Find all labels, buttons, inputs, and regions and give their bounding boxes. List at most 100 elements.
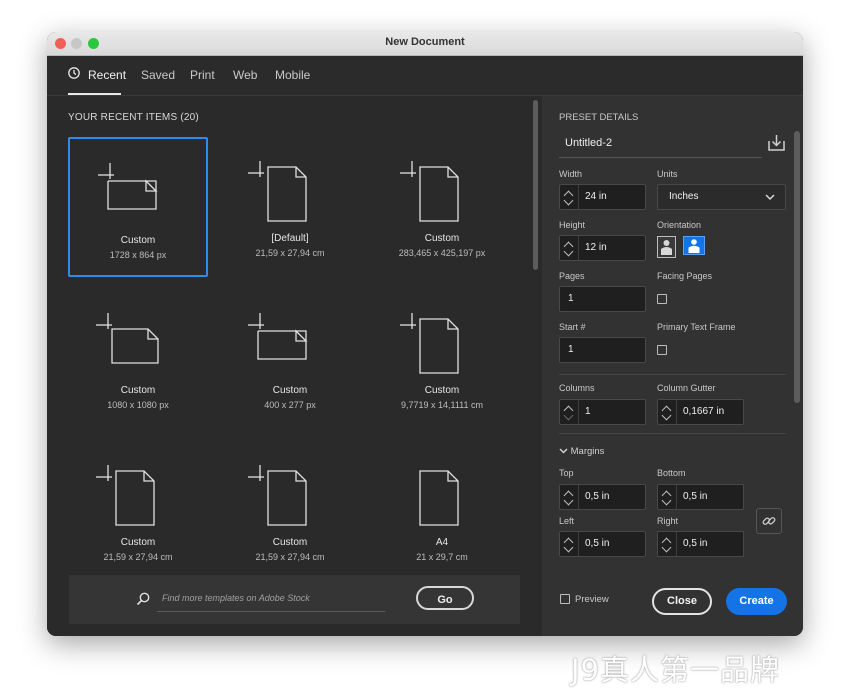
facing-pages-label: Facing Pages [657, 271, 713, 281]
columns-stepper[interactable] [560, 400, 579, 424]
right-margin-stepper[interactable] [658, 532, 677, 556]
bottom-margin-field[interactable]: 0,5 in [657, 484, 744, 510]
portrait-doc-icon [419, 470, 459, 526]
clock-icon [68, 67, 80, 79]
window-title: New Document [385, 36, 465, 48]
bottom-margin-stepper[interactable] [658, 485, 677, 509]
recent-item-size: 21,59 x 27,94 cm [255, 552, 325, 562]
recent-item-card[interactable]: Custom 283,465 x 425,197 px [372, 137, 512, 277]
recent-item-card[interactable]: Custom 1728 x 864 px [68, 137, 208, 277]
recent-item-name: Custom [424, 385, 460, 396]
recent-item-card[interactable]: Custom 1080 x 1080 px [68, 289, 208, 429]
save-preset-icon[interactable] [767, 134, 786, 152]
landscape-doc-icon [248, 313, 308, 360]
margins-toggle[interactable]: Margins [559, 446, 604, 457]
portrait-doc-icon [400, 313, 459, 374]
search-icon [136, 592, 150, 606]
tab-saved[interactable]: Saved [141, 68, 175, 82]
preview-checkbox[interactable] [560, 594, 570, 604]
column-gutter-label: Column Gutter [657, 383, 716, 393]
recent-item-card[interactable]: Custom 21,59 x 27,94 cm [220, 441, 360, 581]
width-label: Width [559, 169, 583, 179]
top-margin-field[interactable]: 0,5 in [559, 484, 646, 510]
recent-item-name: Custom [272, 537, 308, 548]
recent-item-card[interactable]: Custom 21,59 x 27,94 cm [68, 441, 208, 581]
facing-pages-checkbox[interactable] [657, 294, 667, 304]
recent-item-name: Custom [120, 235, 156, 246]
column-gutter-field[interactable]: 0,1667 in [657, 399, 744, 425]
height-label: Height [559, 220, 586, 230]
top-margin-stepper[interactable] [560, 485, 579, 509]
recent-item-name: Custom [424, 233, 460, 244]
preset-name-field[interactable]: Untitled-2 [559, 132, 762, 158]
go-button[interactable]: Go [416, 586, 474, 610]
title-bar: New Document [47, 32, 803, 56]
tab-print[interactable]: Print [190, 68, 215, 82]
recent-item-size: 21 x 29,7 cm [416, 552, 468, 562]
section-divider [559, 374, 786, 375]
height-field[interactable]: 12 in [559, 235, 646, 261]
recent-heading: YOUR RECENT ITEMS (20) [68, 112, 199, 123]
tab-mobile[interactable]: Mobile [275, 68, 310, 82]
primary-text-frame-checkbox[interactable] [657, 345, 667, 355]
recent-count: (20) [180, 112, 199, 123]
margins-label: Margins [570, 446, 605, 457]
recent-item-card[interactable]: A4 21 x 29,7 cm [372, 441, 512, 581]
recent-item-name: A4 [435, 537, 449, 548]
width-field[interactable]: 24 in [559, 184, 646, 210]
section-divider [559, 433, 786, 434]
preset-scrollbar[interactable] [794, 131, 800, 403]
recent-item-name: Custom [120, 385, 156, 396]
pages-label: Pages [559, 271, 585, 281]
recent-item-name: Custom [120, 537, 156, 548]
create-button[interactable]: Create [726, 588, 787, 615]
pages-field[interactable]: 1 [559, 286, 646, 312]
link-margins-button[interactable] [756, 508, 782, 534]
recent-item-size: 400 x 277 px [264, 400, 316, 410]
recent-item-card[interactable]: Custom 400 x 277 px [220, 289, 360, 429]
right-margin-label: Right [657, 516, 679, 526]
left-margin-field[interactable]: 0,5 in [559, 531, 646, 557]
tab-recent[interactable]: Recent [88, 68, 126, 82]
units-label: Units [657, 169, 678, 179]
landscape-doc-icon [98, 163, 158, 210]
orientation-label: Orientation [657, 220, 702, 230]
tab-bar: Recent Saved Print Web Mobile [47, 56, 803, 96]
recent-scrollbar[interactable] [533, 100, 538, 270]
stock-search-bar: Find more templates on Adobe Stock Go [69, 575, 520, 624]
recent-item-name: Custom [272, 385, 308, 396]
start-field[interactable]: 1 [559, 337, 646, 363]
portrait-orientation-icon[interactable] [657, 236, 676, 258]
chevron-down-icon [559, 448, 568, 455]
close-button[interactable]: Close [652, 588, 712, 615]
primary-text-frame-label: Primary Text Frame [657, 322, 736, 332]
height-stepper[interactable] [560, 236, 579, 260]
right-margin-field[interactable]: 0,5 in [657, 531, 744, 557]
bottom-margin-label: Bottom [657, 468, 686, 478]
recent-item-size: 21,59 x 27,94 cm [103, 552, 173, 562]
recent-panel: YOUR RECENT ITEMS (20) Custom 1728 x 864 … [47, 96, 542, 636]
left-margin-stepper[interactable] [560, 532, 579, 556]
new-document-dialog: New Document Recent Saved Print Web Mobi… [47, 32, 803, 636]
top-margin-label: Top [559, 468, 574, 478]
portrait-doc-icon [400, 161, 459, 222]
recent-item-size: 21,59 x 27,94 cm [255, 248, 325, 258]
width-stepper[interactable] [560, 185, 579, 209]
recent-item-card[interactable]: [Default] 21,59 x 27,94 cm [220, 137, 360, 277]
gutter-stepper[interactable] [658, 400, 677, 424]
units-dropdown[interactable]: Inches [657, 184, 786, 210]
columns-field[interactable]: 1 [559, 399, 646, 425]
stock-search-input[interactable]: Find more templates on Adobe Stock [157, 586, 385, 612]
landscape-orientation-icon[interactable] [683, 236, 705, 255]
recent-item-name: [Default] [271, 233, 309, 244]
preview-label: Preview [575, 594, 609, 605]
recent-item-size: 1080 x 1080 px [107, 400, 169, 410]
active-tab-indicator [68, 93, 121, 95]
preset-name: Untitled-2 [565, 137, 613, 149]
preset-heading: PRESET DETAILS [559, 112, 639, 123]
tab-web[interactable]: Web [233, 68, 257, 82]
recent-item-card[interactable]: Custom 9,7719 x 14,1111 cm [372, 289, 512, 429]
portrait-doc-icon [96, 465, 155, 526]
columns-label: Columns [559, 383, 595, 393]
portrait-doc-icon [248, 465, 307, 526]
